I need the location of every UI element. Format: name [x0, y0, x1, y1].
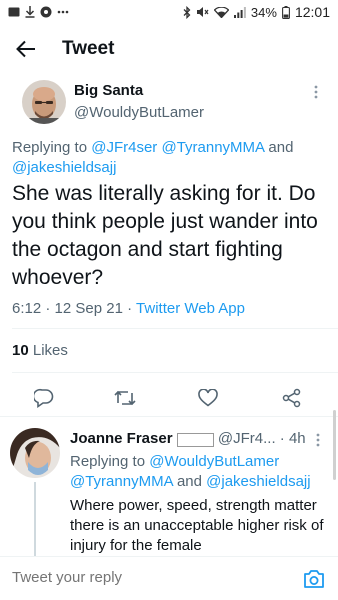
download-icon	[25, 6, 35, 18]
reply-header: Joanne Fraser @JFr4... · 4h	[70, 430, 330, 447]
author-handle[interactable]: @WouldyButLamer	[74, 104, 204, 121]
reply-composer	[0, 556, 338, 600]
tweet-source-link[interactable]: Twitter Web App	[136, 300, 245, 317]
divider	[0, 416, 338, 417]
reply-button[interactable]	[32, 386, 56, 410]
reply-author-avatar[interactable]	[10, 428, 60, 478]
back-button[interactable]	[6, 29, 46, 69]
like-button[interactable]	[196, 386, 220, 410]
reply-author-handle[interactable]: @JFr4...	[218, 430, 276, 447]
author-avatar[interactable]	[22, 80, 66, 124]
battery-icon	[282, 5, 290, 19]
tweet-author-row: Big Santa @WouldyButLamer	[0, 74, 338, 134]
clock: 12:01	[294, 4, 330, 20]
likes-number: 10	[12, 342, 29, 359]
more-vertical-icon	[316, 433, 320, 447]
replying-user-link[interactable]: @TyrannyMMA	[161, 139, 264, 156]
tweet-text: She was literally asking for it. Do you …	[12, 182, 318, 289]
replying-to: Replying to @JFr4ser @TyrannyMMA and @ja…	[12, 138, 322, 178]
battery-percent: 34%	[250, 4, 277, 20]
meta-separator: ·	[279, 430, 285, 447]
replying-and: and	[268, 139, 294, 156]
replying-prefix: Replying to	[12, 139, 88, 156]
meta-separator: ·	[45, 300, 51, 317]
tweet-time: 6:12	[12, 300, 42, 317]
replying-and: and	[176, 473, 202, 490]
notification-icon	[8, 7, 20, 17]
circle-app-icon	[40, 6, 52, 18]
wifi-icon	[213, 6, 229, 18]
replying-user-link[interactable]: @jakeshieldsajj	[12, 159, 116, 176]
reply-time: 4h	[288, 430, 306, 447]
tweet-meta: 6:12 · 12 Sep 21 · Twitter Web App	[12, 300, 245, 317]
share-icon	[282, 388, 301, 408]
signal-icon	[233, 6, 246, 18]
replying-user-link[interactable]: @jakeshieldsajj	[206, 473, 310, 490]
retweet-button[interactable]	[113, 386, 137, 410]
likes-count[interactable]: 10 Likes	[12, 342, 68, 359]
app-header: Tweet	[0, 24, 338, 74]
reply-tweet[interactable]: Joanne Fraser @JFr4... · 4h Replying to …	[0, 418, 338, 562]
tweet-date: 12 Sep 21	[54, 300, 123, 317]
tweet-actions	[0, 380, 338, 416]
reply-more-button[interactable]	[310, 430, 326, 450]
page-title: Tweet	[62, 38, 115, 59]
divider	[12, 328, 338, 329]
camera-icon	[304, 570, 324, 588]
replying-prefix: Replying to	[70, 453, 146, 470]
replying-user-link[interactable]: @WouldyButLamer	[149, 453, 279, 470]
camera-button[interactable]	[302, 567, 326, 591]
mute-icon	[196, 6, 209, 18]
reply-text: Where power, speed, strength matter ther…	[70, 497, 324, 554]
reply-replying-to: Replying to @WouldyButLamer @TyrannyMMA …	[70, 452, 332, 492]
bluetooth-icon	[183, 5, 191, 19]
share-button[interactable]	[280, 386, 304, 410]
replying-user-link[interactable]: @JFr4ser	[91, 139, 157, 156]
divider	[12, 372, 338, 373]
author-name[interactable]: Big Santa	[74, 82, 143, 99]
heart-icon	[198, 389, 218, 407]
reply-icon	[34, 388, 54, 408]
more-vertical-icon	[314, 85, 318, 99]
tweet-more-button[interactable]	[306, 82, 326, 102]
thread-line	[34, 482, 36, 562]
name-emoji-placeholder	[176, 433, 214, 447]
likes-label: Likes	[32, 342, 68, 359]
meta-separator: ·	[127, 300, 133, 317]
replying-user-link[interactable]: @TyrannyMMA	[70, 473, 173, 490]
status-bar: 34% 12:01	[0, 0, 338, 24]
back-arrow-icon	[16, 40, 35, 58]
reply-author-name[interactable]: Joanne Fraser	[70, 430, 173, 447]
retweet-icon	[114, 390, 136, 406]
reply-input[interactable]	[12, 569, 282, 586]
more-dots-icon	[57, 10, 69, 14]
